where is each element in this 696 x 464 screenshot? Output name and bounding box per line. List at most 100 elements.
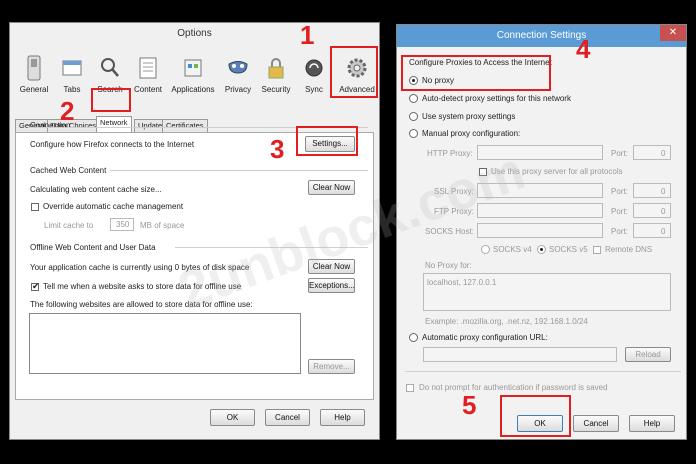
exceptions-button[interactable]: Exceptions... — [308, 278, 355, 293]
cache-usage: Calculating web content cache size... — [30, 185, 162, 194]
clear-cache-button[interactable]: Clear Now — [308, 180, 355, 195]
options-window: Options General Tabs Search Content Appl… — [9, 22, 380, 440]
lock-icon — [268, 58, 284, 79]
tell-me-label: Tell me when a website asks to store dat… — [43, 282, 242, 291]
socks-host-label: SOCKS Host: — [425, 227, 474, 236]
no-proxy-for-label: No Proxy for: — [425, 261, 472, 270]
socks4-radio[interactable] — [481, 245, 490, 254]
no-prompt-checkbox[interactable] — [406, 384, 414, 392]
highlight-advanced — [330, 46, 378, 98]
http-proxy-input[interactable] — [477, 145, 603, 160]
highlight-ok — [500, 395, 571, 437]
same-proxy-checkbox[interactable] — [479, 168, 487, 176]
toolbar-security[interactable]: Security — [258, 49, 294, 113]
toolbar-label: Tabs — [63, 85, 81, 94]
highlight-settings — [296, 126, 358, 156]
remove-button[interactable]: Remove... — [308, 359, 355, 374]
connection-desc: Configure how Firefox connects to the In… — [30, 140, 195, 149]
toolbar-label: Security — [261, 85, 291, 94]
divider — [110, 170, 368, 171]
no-proxy-for-value: localhost, 127.0.0.1 — [427, 278, 497, 287]
highlight-network-tab — [91, 88, 131, 112]
no-prompt-label: Do not prompt for authentication if pass… — [419, 383, 608, 392]
switch-icon — [27, 55, 41, 81]
auto-config-label: Automatic proxy configuration URL: — [422, 333, 548, 342]
offline-usage: Your application cache is currently usin… — [30, 263, 250, 272]
toolbar-privacy[interactable]: Privacy — [220, 49, 256, 113]
toolbar-applications[interactable]: Applications — [170, 49, 216, 113]
toolbar-label: General — [19, 85, 49, 94]
toolbar-label: Sync — [305, 85, 323, 94]
no-proxy-example: Example: .mozilla.org, .net.nz, 192.168.… — [425, 317, 588, 326]
ssl-proxy-label: SSL Proxy: — [434, 187, 474, 196]
ftp-port-value: 0 — [661, 207, 666, 216]
tab-network[interactable]: Network — [96, 116, 132, 133]
help-button[interactable]: Help — [320, 409, 365, 426]
step-5-label: 5 — [462, 390, 477, 420]
search-icon — [101, 58, 119, 77]
same-proxy-label: Use this proxy server for all protocols — [491, 167, 623, 176]
toolbar-content[interactable]: Content — [130, 49, 166, 113]
tabs-icon — [62, 60, 82, 76]
divider — [405, 371, 681, 372]
reload-button[interactable]: Reload — [625, 347, 671, 362]
ftp-port-label: Port: — [611, 207, 628, 216]
auto-detect-radio[interactable] — [409, 94, 418, 103]
ssl-port-label: Port: — [611, 187, 628, 196]
ssl-port-value: 0 — [661, 187, 666, 196]
auto-config-url-input[interactable] — [423, 347, 617, 362]
connection-settings-titlebar: Connection Settings — [397, 25, 686, 47]
limit-unit-label: MB of space — [140, 221, 185, 230]
socks5-radio[interactable] — [537, 245, 546, 254]
highlight-no-proxy — [401, 55, 551, 91]
remote-dns-checkbox[interactable] — [593, 246, 601, 254]
system-proxy-radio[interactable] — [409, 112, 418, 121]
clear-offline-button[interactable]: Clear Now — [308, 259, 355, 274]
socks4-label: SOCKS v4 — [493, 245, 532, 254]
connection-settings-title: Connection Settings — [496, 30, 587, 41]
close-icon[interactable]: ✕ — [660, 25, 686, 41]
step-1-label: 1 — [300, 20, 315, 50]
manual-proxy-radio[interactable] — [409, 129, 418, 138]
socks5-label: SOCKS v5 — [549, 245, 588, 254]
conn-help-button[interactable]: Help — [629, 415, 675, 432]
allowed-sites-list[interactable] — [29, 313, 301, 374]
tell-me-checkbox[interactable]: ✔ — [31, 281, 40, 291]
step-3-label: 3 — [270, 134, 285, 164]
ssl-proxy-input[interactable] — [477, 183, 603, 198]
cancel-button[interactable]: Cancel — [265, 409, 310, 426]
cache-title: Cached Web Content — [30, 166, 107, 175]
step-4-label: 4 — [576, 34, 591, 64]
allowed-sites-label: The following websites are allowed to st… — [30, 300, 253, 309]
ftp-proxy-input[interactable] — [477, 203, 603, 218]
http-proxy-label: HTTP Proxy: — [427, 149, 473, 158]
options-title: Options — [177, 28, 212, 39]
cache-limit-value: 350 — [116, 220, 130, 229]
toolbar-sync[interactable]: Sync — [296, 49, 332, 113]
override-cache-checkbox[interactable] — [31, 203, 39, 211]
conn-cancel-button[interactable]: Cancel — [573, 415, 619, 432]
http-port-value: 0 — [661, 149, 666, 158]
auto-config-radio[interactable] — [409, 333, 418, 342]
offline-title: Offline Web Content and User Data — [30, 243, 156, 252]
content-icon — [139, 57, 157, 79]
toolbar-label: Privacy — [224, 85, 252, 94]
manual-proxy-label: Manual proxy configuration: — [422, 129, 521, 138]
auto-detect-label: Auto-detect proxy settings for this netw… — [422, 94, 571, 103]
limit-cache-label: Limit cache to — [44, 221, 94, 230]
applications-icon — [184, 59, 202, 77]
toolbar-label: Content — [133, 85, 163, 94]
step-2-label: 2 — [60, 96, 75, 126]
mask-icon — [228, 61, 248, 74]
system-proxy-label: Use system proxy settings — [422, 112, 516, 121]
socks-host-input[interactable] — [477, 223, 603, 238]
remote-dns-label: Remote DNS — [605, 245, 653, 254]
toolbar-general[interactable]: General — [16, 49, 52, 113]
socks-port-value: 0 — [661, 227, 666, 236]
toolbar-label: Applications — [171, 85, 215, 94]
ok-button[interactable]: OK — [210, 409, 255, 426]
socks-port-label: Port: — [611, 227, 628, 236]
http-port-label: Port: — [611, 149, 628, 158]
override-cache-label: Override automatic cache management — [43, 202, 184, 211]
tab-certificates[interactable]: Certificates — [162, 119, 208, 133]
